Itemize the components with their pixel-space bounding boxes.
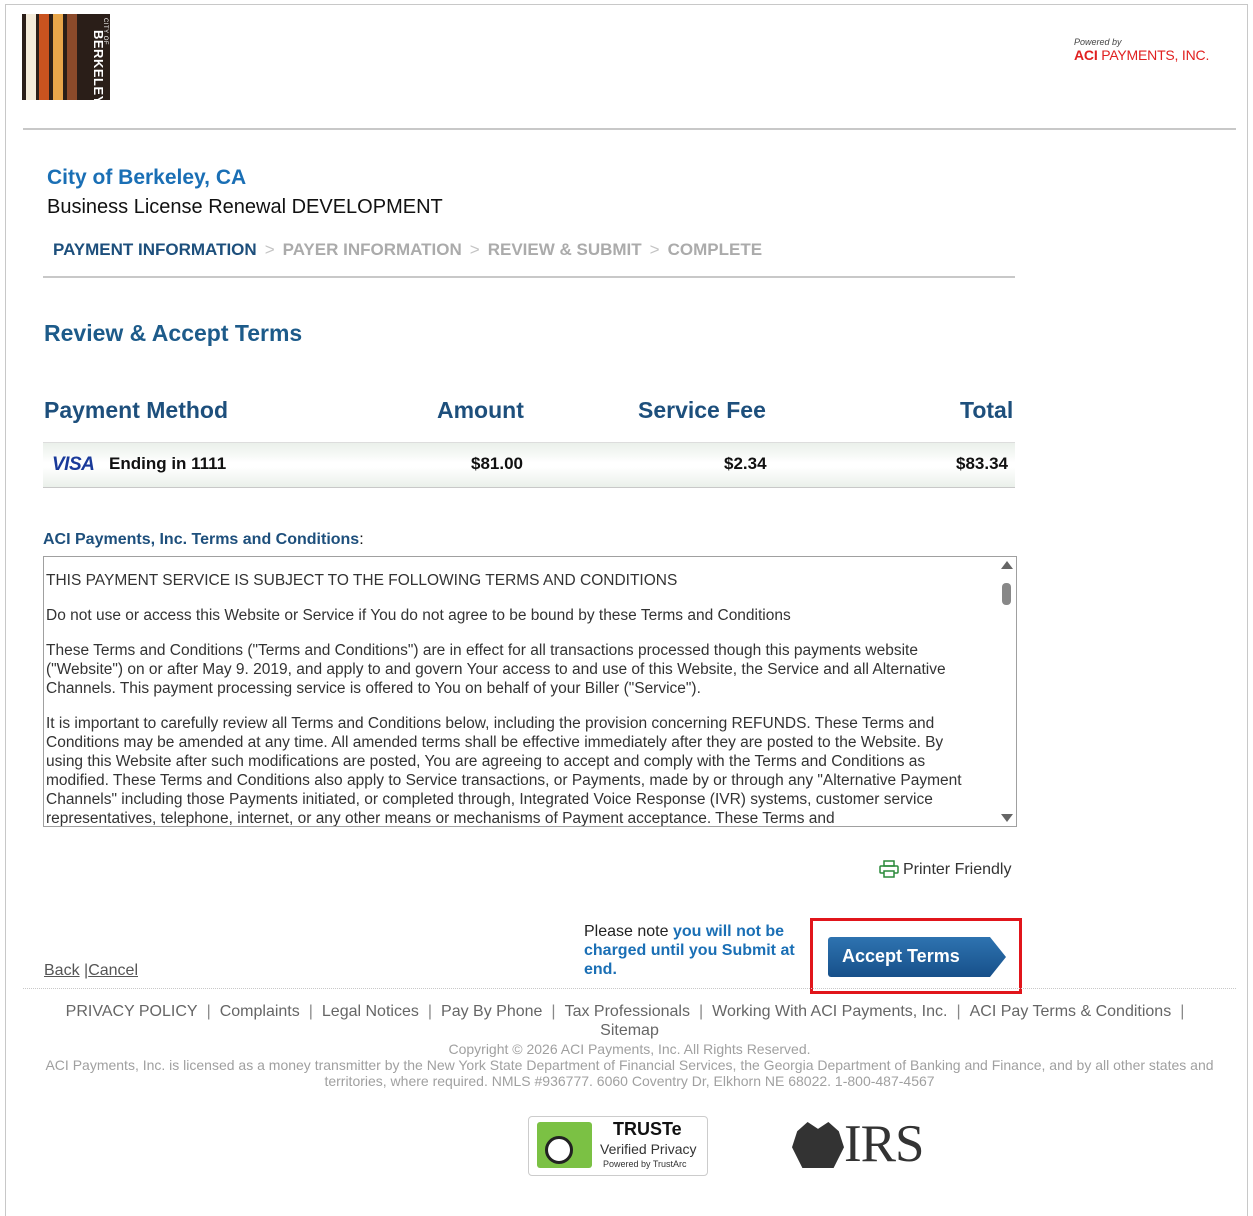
truste-title: TRUSTe	[613, 1119, 682, 1139]
copyright-block: Copyright © 2026 ACI Payments, Inc. All …	[22, 1041, 1237, 1089]
payment-row: VISA Ending in 1111 $81.00 $2.34 $83.34	[43, 442, 1015, 488]
note-prefix: Please note	[584, 923, 673, 940]
progress-steps: PAYMENT INFORMATION > PAYER INFORMATION > RE…	[53, 240, 763, 259]
printer-friendly-label: Printer Friendly	[903, 861, 1012, 878]
cancel-link[interactable]: Cancel	[88, 962, 138, 979]
amount-value: $81.00	[471, 454, 523, 473]
footer-link-legal-notices[interactable]: Legal Notices	[322, 1003, 419, 1020]
aci-name: PAYMENTS, INC.	[1101, 47, 1210, 63]
license-subtitle: Business License Renewal DEVELOPMENT	[47, 196, 443, 218]
card-ending: Ending in 1111	[109, 454, 227, 473]
visa-icon: VISA	[52, 454, 95, 475]
header-divider	[23, 128, 1236, 130]
footer-link-complaints[interactable]: Complaints	[220, 1003, 300, 1020]
section-title: Review & Accept Terms	[44, 320, 303, 346]
powered-by-text: Powered by	[1074, 37, 1122, 47]
header-payment-method: Payment Method	[44, 397, 229, 423]
terms-label-text: ACI Payments, Inc. Terms and Conditions	[43, 531, 360, 548]
printer-icon	[879, 860, 899, 878]
truste-badge[interactable]: TRUSTe Verified Privacy Powered by Trust…	[528, 1116, 708, 1176]
irs-eagle-icon	[792, 1122, 844, 1168]
service-fee-value: $2.34	[724, 454, 767, 473]
accept-terms-button[interactable]: Accept Terms	[828, 937, 1006, 977]
logo-big-text: BERKELEY	[91, 30, 106, 100]
step-complete: COMPLETE	[667, 240, 763, 259]
terms-label-colon: :	[359, 531, 364, 548]
header-amount: Amount	[437, 397, 524, 423]
scroll-down-arrow-icon[interactable]	[1001, 814, 1013, 822]
terms-label: ACI Payments, Inc. Terms and Conditions:	[43, 531, 364, 549]
step-payer-information: PAYER INFORMATION	[282, 240, 462, 259]
printer-friendly-link[interactable]: Printer Friendly	[879, 860, 1011, 879]
footer-link-pay-by-phone[interactable]: Pay By Phone	[441, 1003, 542, 1020]
back-cancel-links: Back |Cancel	[44, 962, 138, 980]
step-review-submit: REVIEW & SUBMIT	[487, 240, 642, 259]
step-payment-information: PAYMENT INFORMATION	[53, 240, 257, 259]
truste-e-icon	[545, 1136, 573, 1164]
copyright-text: Copyright © 2026 ACI Payments, Inc. All …	[448, 1041, 811, 1057]
total-value: $83.34	[956, 454, 1008, 473]
scroll-up-arrow-icon[interactable]	[1001, 561, 1013, 569]
terms-paragraph: Do not use or access this Website or Ser…	[46, 607, 791, 624]
footer-link-tax-professionals[interactable]: Tax Professionals	[565, 1003, 690, 1020]
footer-divider	[23, 988, 1236, 990]
scroll-thumb[interactable]	[1002, 583, 1011, 605]
back-link[interactable]: Back	[44, 962, 80, 979]
charge-note: Please note you will not be charged unti…	[584, 922, 804, 979]
terms-scrollbar[interactable]	[1000, 559, 1014, 824]
footer-link-aci-pay-terms[interactable]: ACI Pay Terms & Conditions	[970, 1003, 1172, 1020]
footer-links: PRIVACY POLICY | Complaints | Legal Notices |…	[65, 1003, 1185, 1039]
footer-link-sitemap[interactable]: Sitemap	[600, 1022, 659, 1039]
accept-terms-label: Accept Terms	[842, 946, 960, 966]
irs-text: IRS	[844, 1115, 924, 1173]
terms-scroll-box[interactable]: THIS PAYMENT SERVICE IS SUBJECT TO THE F…	[43, 556, 1017, 827]
truste-powered: Powered by TrustArc	[603, 1159, 687, 1169]
terms-paragraph: It is important to carefully review all …	[46, 715, 962, 827]
terms-paragraph: These Terms and Conditions ("Terms and C…	[46, 642, 946, 697]
city-of-berkeley-logo: CITY OF BERKELEY	[22, 14, 110, 100]
aci-brand: ACI	[1074, 47, 1098, 63]
aci-payments-logo: Powered by ACI PAYMENTS, INC.	[1074, 37, 1209, 65]
truste-subtitle: Verified Privacy	[600, 1141, 697, 1157]
license-text: ACI Payments, Inc. is licensed as a mone…	[45, 1057, 1214, 1089]
footer-link-working-with-aci[interactable]: Working With ACI Payments, Inc.	[712, 1003, 947, 1020]
footer-link-privacy-policy[interactable]: PRIVACY POLICY	[66, 1003, 198, 1020]
page-title: City of Berkeley, CA	[47, 166, 247, 189]
header-total: Total	[960, 397, 1014, 423]
terms-paragraph: THIS PAYMENT SERVICE IS SUBJECT TO THE F…	[46, 572, 678, 589]
steps-divider	[43, 276, 1015, 278]
header-service-fee: Service Fee	[638, 397, 766, 423]
